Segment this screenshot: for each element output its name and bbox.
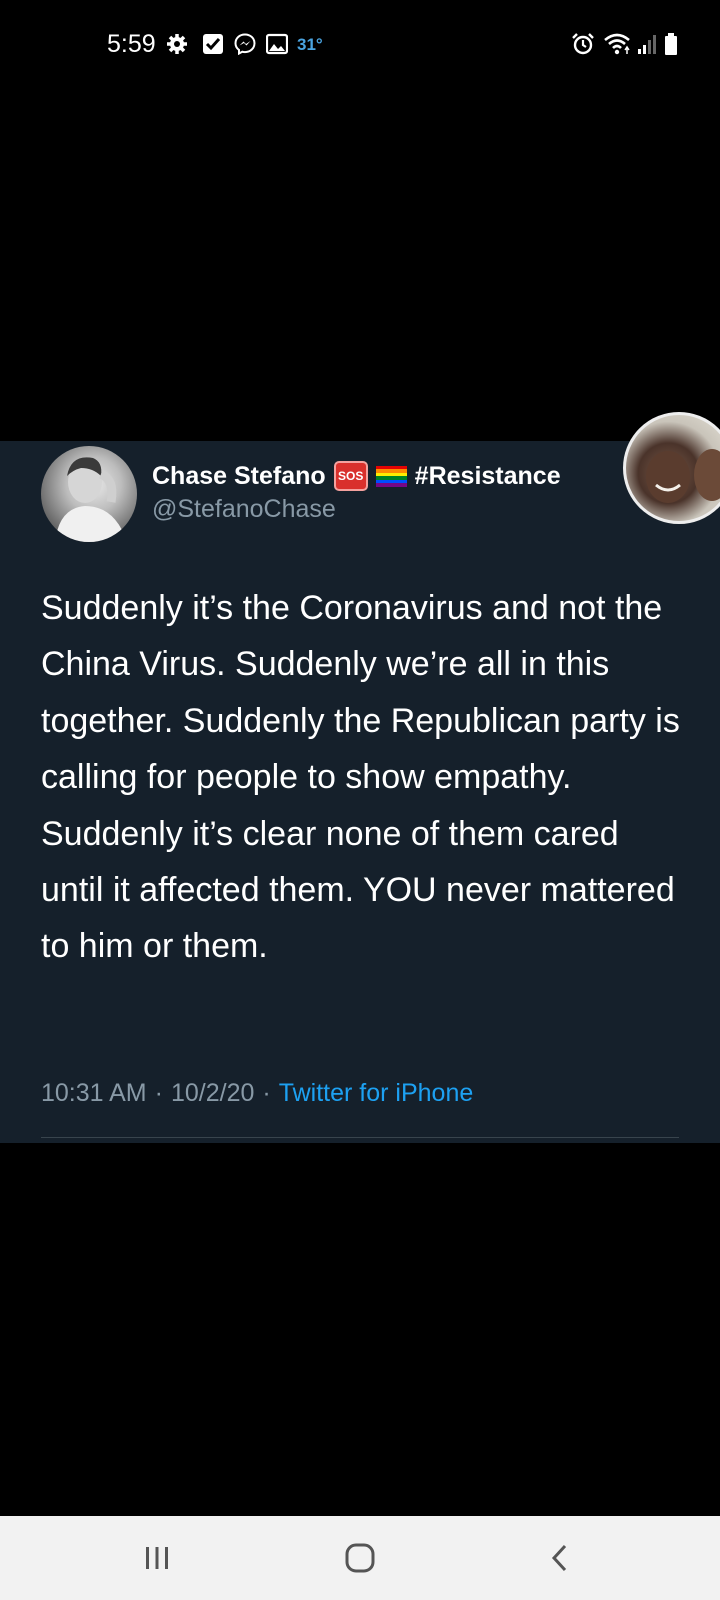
- status-bar: 5:59 31°: [0, 0, 720, 90]
- user-handle[interactable]: @StefanoChase: [152, 495, 336, 524]
- battery-icon: [665, 33, 677, 55]
- name-hashtag: #Resistance: [414, 461, 561, 490]
- navigation-bar: [0, 1516, 720, 1600]
- avatar[interactable]: [41, 446, 137, 542]
- chat-head-bubble[interactable]: [623, 412, 720, 524]
- gear-icon: [167, 34, 187, 54]
- home-button[interactable]: [300, 1516, 420, 1600]
- messenger-icon: [234, 33, 256, 55]
- chat-head-photo: [646, 449, 720, 503]
- tweet-date: 10/2/20: [170, 1079, 255, 1107]
- checkbox-icon: [203, 34, 223, 54]
- tweet-card[interactable]: Chase Stefano SOS #Resistance @StefanoCh…: [0, 412, 720, 1143]
- signal-icon: [638, 35, 656, 54]
- status-time: 5:59: [107, 30, 156, 58]
- recent-apps-button[interactable]: [97, 1516, 217, 1600]
- sos-icon: SOS: [333, 461, 368, 491]
- tweet-meta: 10:31 AM · 10/2/20 · Twitter for iPhone: [41, 1079, 473, 1108]
- tweet-text: Suddenly it’s the Coronavirus and not th…: [41, 589, 680, 966]
- alarm-icon: [572, 33, 594, 55]
- temperature: 31°: [297, 35, 323, 54]
- back-button[interactable]: [500, 1516, 620, 1600]
- display-name[interactable]: Chase Stefano: [152, 462, 326, 491]
- back-icon: [551, 1544, 567, 1572]
- home-icon: [345, 1543, 375, 1573]
- meta-separator: ·: [262, 1079, 271, 1107]
- tweet-source-link[interactable]: Twitter for iPhone: [279, 1079, 474, 1108]
- tweet-time: 10:31 AM: [41, 1079, 147, 1107]
- recent-apps-icon: [146, 1547, 168, 1569]
- profile-photo: [55, 457, 127, 542]
- meta-separator: ·: [154, 1079, 163, 1107]
- divider: [41, 1137, 679, 1138]
- author-name-row[interactable]: Chase Stefano SOS #Resistance: [152, 459, 561, 493]
- image-icon: [266, 33, 288, 55]
- wifi-icon: [604, 33, 630, 55]
- rainbow-flag-icon: [375, 465, 407, 487]
